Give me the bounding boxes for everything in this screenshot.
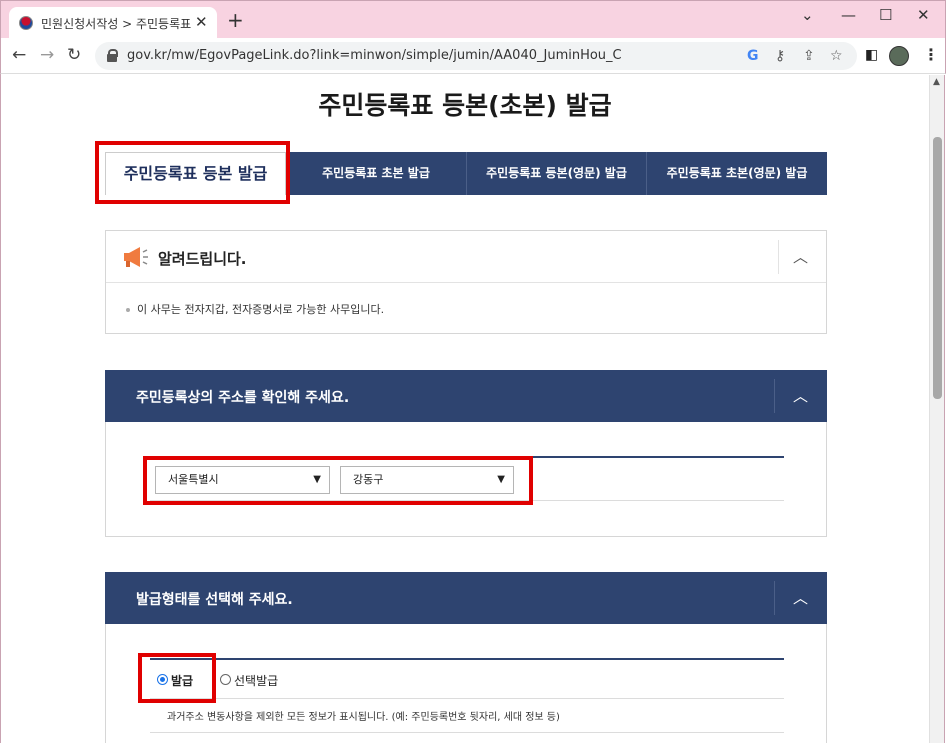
divider	[774, 379, 775, 413]
highlight-box-address	[143, 456, 533, 505]
address-bar[interactable]: gov.kr/mw/EgovPageLink.do?link=minwon/si…	[95, 42, 857, 70]
back-icon[interactable]: ←	[12, 45, 26, 65]
table-row-rule	[150, 732, 784, 733]
sidepanel-icon[interactable]: ◧	[865, 47, 878, 63]
tab-abstract-english[interactable]: 주민등록표 초본(영문) 발급	[646, 152, 827, 195]
type-section-title: 발급형태를 선택해 주세요.	[136, 592, 293, 608]
menu-icon[interactable]: ⋮	[923, 45, 939, 64]
notice-body: 이 사무는 전자지갑, 전자증명서로 가능한 사무입니다.	[126, 301, 384, 317]
new-tab-button[interactable]: +	[227, 9, 244, 31]
minimize-button[interactable]: —	[841, 6, 856, 24]
lock-icon[interactable]	[107, 49, 118, 62]
reload-icon[interactable]: ↻	[67, 45, 81, 65]
address-section-header[interactable]: 주민등록상의 주소를 확인해 주세요. ︿	[105, 370, 827, 422]
notice-panel: 알려드립니다. ︿ 이 사무는 전자지갑, 전자증명서로 가능한 사무입니다.	[105, 230, 827, 334]
gov-favicon-icon	[19, 16, 33, 30]
chevron-up-icon[interactable]: ︿	[793, 249, 808, 265]
highlight-box-issue-type	[138, 653, 216, 703]
megaphone-icon	[124, 247, 148, 267]
tab-copy-english[interactable]: 주민등록표 등본(영문) 발급	[466, 152, 646, 195]
forward-icon[interactable]: →	[40, 45, 54, 65]
scroll-thumb[interactable]	[933, 137, 942, 399]
browser-tab-bar: 민원신청서작성 > 주민등록표 등 ✕ + ⌄ — ☐ ✕	[0, 0, 946, 39]
key-icon[interactable]: ⚷	[775, 47, 785, 65]
close-window-button[interactable]: ✕	[917, 6, 930, 24]
google-icon[interactable]: G	[747, 47, 759, 65]
tab-abstract[interactable]: 주민등록표 초본 발급	[286, 152, 466, 195]
divider	[778, 240, 779, 274]
close-tab-icon[interactable]: ✕	[195, 12, 208, 32]
notice-header[interactable]: 알려드립니다. ︿	[106, 231, 826, 283]
radio-selective-issue-label[interactable]: 선택발급	[234, 672, 278, 689]
star-icon[interactable]: ☆	[830, 47, 843, 65]
browser-tab[interactable]: 민원신청서작성 > 주민등록표 등 ✕	[9, 7, 217, 39]
browser-toolbar: ← → ↻ gov.kr/mw/EgovPageLink.do?link=min…	[0, 38, 946, 74]
table-top-rule	[150, 658, 784, 660]
browser-tab-title: 민원신청서작성 > 주민등록표 등	[41, 17, 191, 31]
table-row-rule	[150, 698, 784, 699]
address-section-title: 주민등록상의 주소를 확인해 주세요.	[136, 390, 350, 406]
maximize-button[interactable]: ☐	[879, 6, 892, 24]
notice-text: 이 사무는 전자지갑, 전자증명서로 가능한 사무입니다.	[137, 303, 385, 316]
type-section-header[interactable]: 발급형태를 선택해 주세요. ︿	[105, 572, 827, 624]
share-icon[interactable]: ⇪	[803, 47, 815, 65]
url-text: gov.kr/mw/EgovPageLink.do?link=minwon/si…	[127, 48, 622, 63]
window-border	[0, 74, 1, 743]
chevron-up-icon[interactable]: ︿	[793, 590, 808, 606]
page-scrollbar[interactable]: ▲	[929, 75, 945, 743]
scroll-up-icon[interactable]: ▲	[933, 77, 940, 87]
notice-title: 알려드립니다.	[158, 250, 247, 268]
page-title: 주민등록표 등본(초본) 발급	[318, 91, 612, 120]
profile-avatar[interactable]	[889, 46, 909, 66]
issue-type-description: 과거주소 변동사항을 제외한 모든 정보가 표시됩니다. (예: 주민등록번호 …	[167, 712, 560, 723]
bullet-icon	[126, 308, 130, 312]
tab-search-chevron-down-icon[interactable]: ⌄	[801, 6, 814, 24]
divider	[774, 581, 775, 615]
highlight-box-tab	[95, 141, 290, 204]
radio-selective-issue[interactable]	[220, 674, 231, 685]
chevron-up-icon[interactable]: ︿	[793, 388, 808, 404]
